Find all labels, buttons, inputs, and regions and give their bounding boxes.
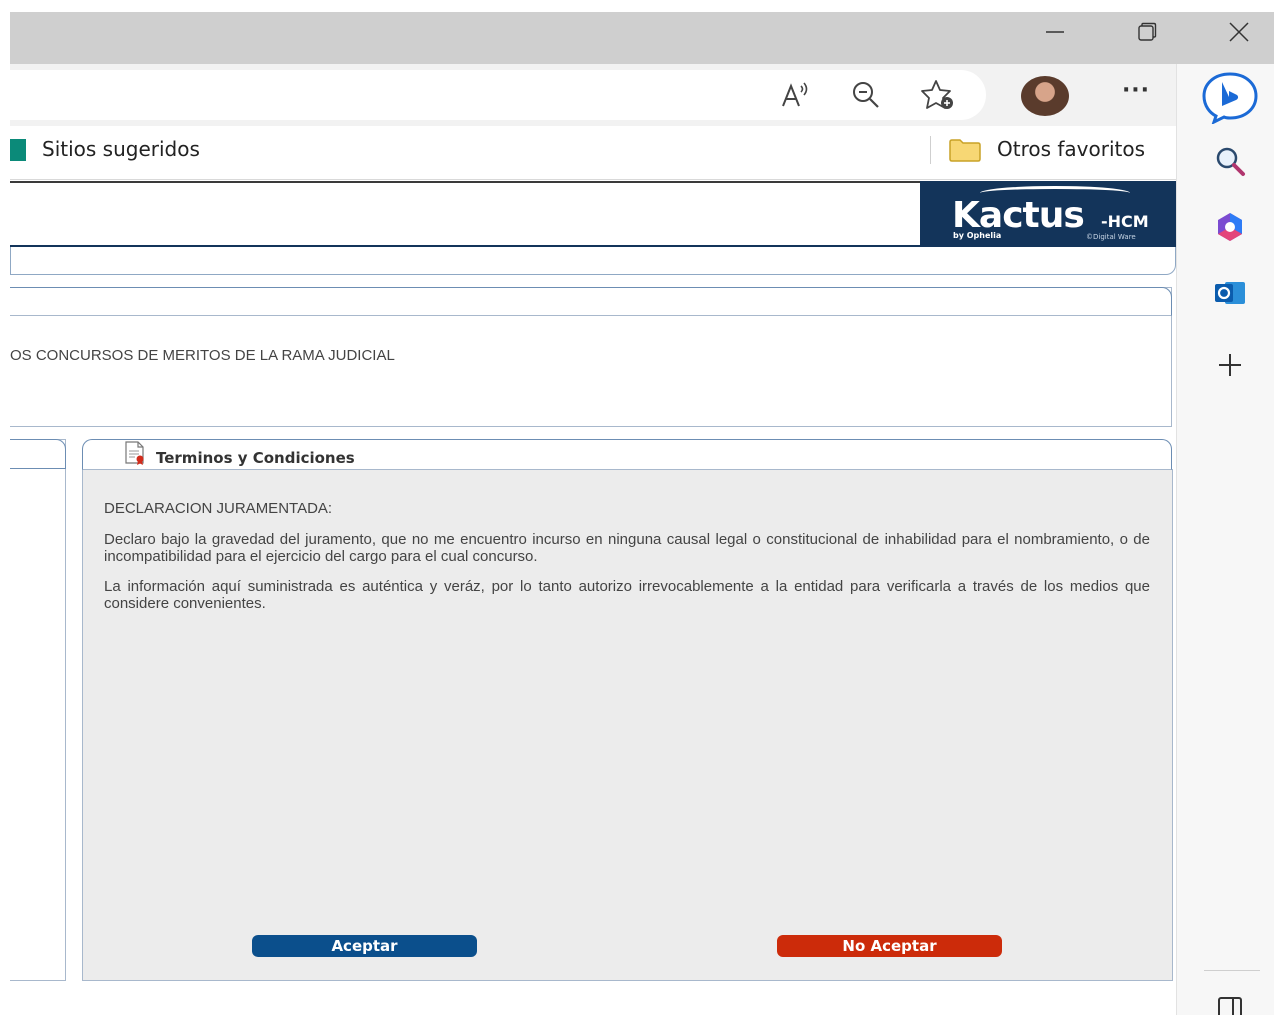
search-icon[interactable]: [1205, 136, 1255, 186]
title-bar: [10, 12, 1274, 64]
process-title: OS CONCURSOS DE MERITOS DE LA RAMA JUDIC…: [10, 347, 395, 364]
accept-button[interactable]: Aceptar: [252, 935, 477, 957]
favorite-suggested-sites[interactable]: Sitios sugeridos: [42, 137, 200, 161]
left-panel-tab[interactable]: [10, 439, 66, 469]
zoom-out-icon[interactable]: [847, 76, 885, 114]
add-favorite-icon[interactable]: [919, 76, 957, 114]
read-aloud-icon[interactable]: [777, 76, 815, 114]
process-section-header: [10, 287, 1172, 316]
add-icon[interactable]: [1205, 340, 1255, 390]
close-icon[interactable]: [1216, 12, 1262, 52]
more-icon[interactable]: ···: [1116, 80, 1156, 110]
address-bar[interactable]: [10, 70, 986, 120]
logo-suffix-text: -HCM: [1101, 212, 1149, 231]
logo-sub-text: by Ophelia: [953, 231, 1002, 240]
logo-copyright-text: ©Digital Ware: [1086, 233, 1136, 241]
menu-band: [10, 247, 1176, 275]
office-icon[interactable]: [1205, 202, 1255, 252]
declaration-paragraph-1: Declaro bajo la gravedad del juramento, …: [104, 531, 1150, 565]
sidebar-divider: [1204, 970, 1260, 971]
tab-title: Terminos y Condiciones: [156, 449, 355, 467]
declaration-title: DECLARACION JURAMENTADA:: [104, 500, 333, 517]
left-panel: [10, 439, 66, 981]
suggested-sites-icon: [10, 139, 26, 161]
logo-main-text: Kactus: [952, 195, 1085, 236]
reject-button[interactable]: No Aceptar: [777, 935, 1002, 957]
document-icon: [123, 441, 147, 465]
outlook-icon[interactable]: [1205, 268, 1255, 318]
folder-icon: [948, 137, 982, 163]
split-screen-icon[interactable]: [1205, 990, 1255, 1015]
declaration-paragraph-2: La información aquí suministrada es auté…: [104, 578, 1150, 612]
bing-chat-icon[interactable]: [1200, 70, 1260, 124]
restore-icon[interactable]: [1124, 12, 1170, 52]
profile-avatar[interactable]: [1021, 76, 1069, 116]
favorites-divider: [930, 136, 931, 164]
favorite-other-favorites[interactable]: Otros favoritos: [997, 137, 1145, 161]
browser-window: ··· Sitios sugeridos Otros favoritos Kac…: [0, 0, 1274, 1015]
minimize-icon[interactable]: [1032, 12, 1078, 52]
